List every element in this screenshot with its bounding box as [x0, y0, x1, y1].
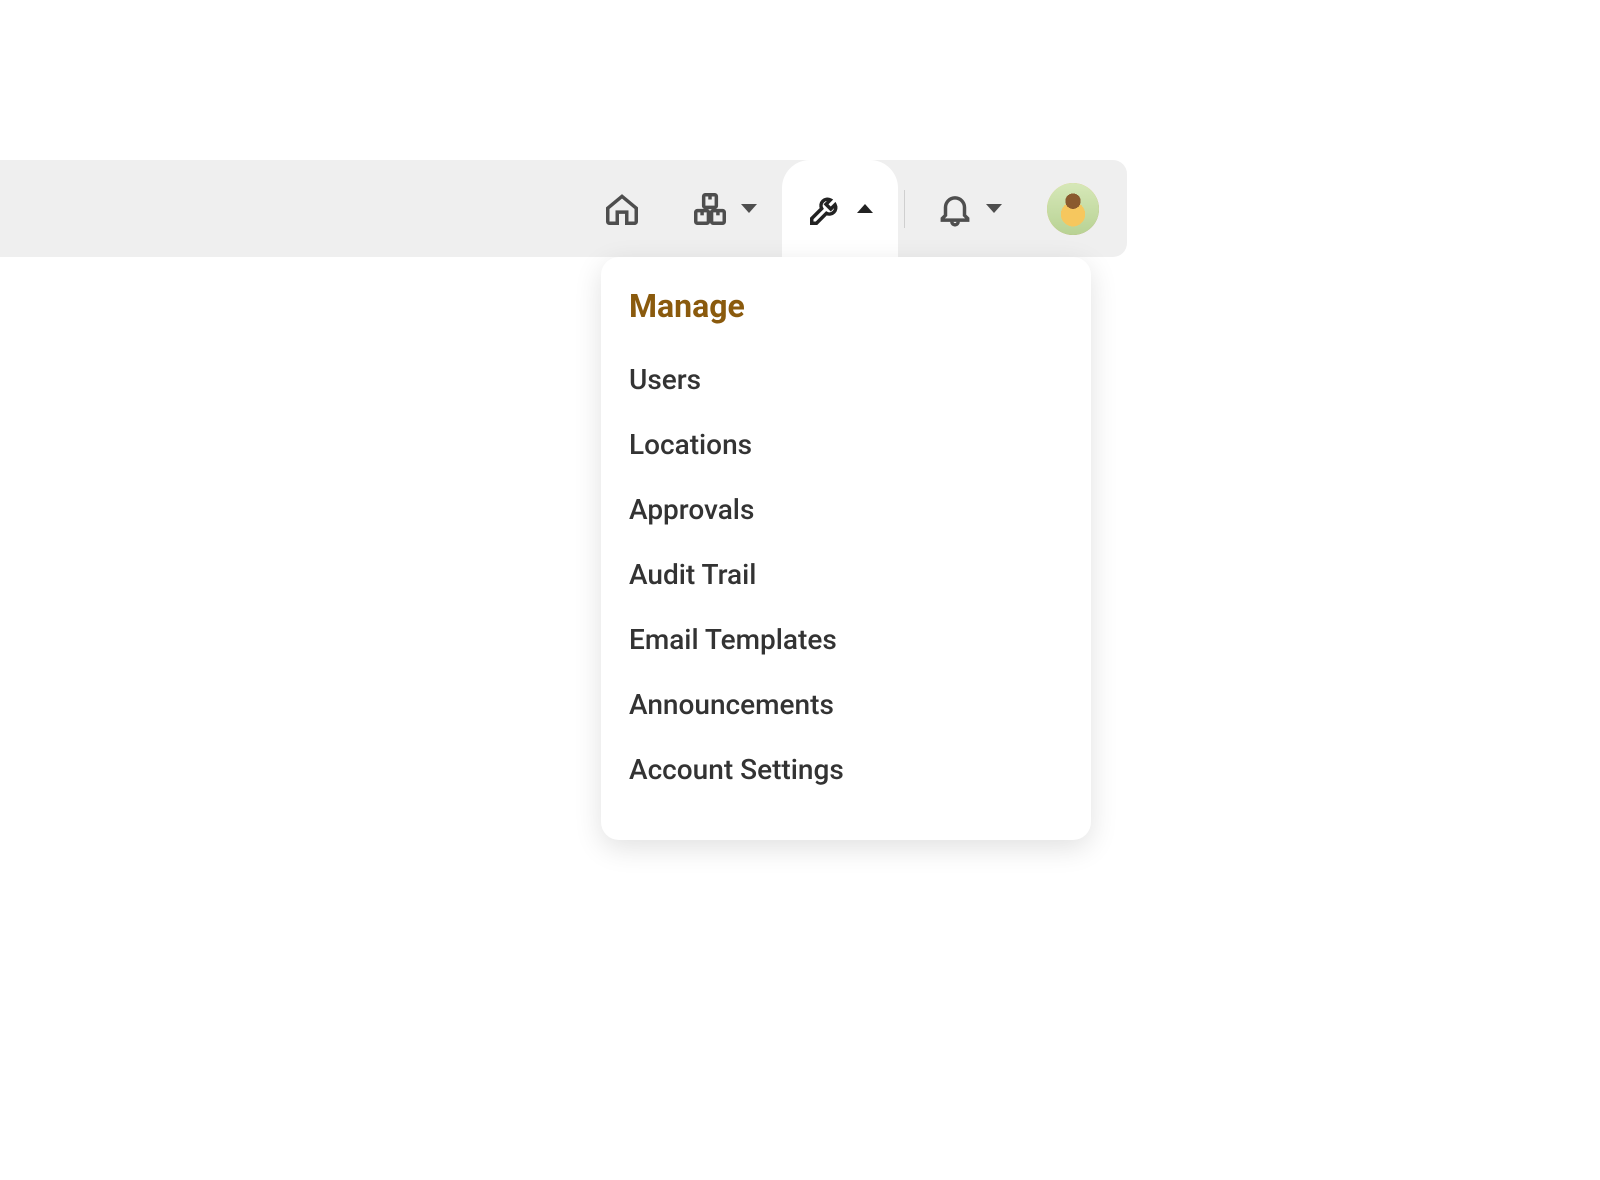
avatar[interactable] [1047, 183, 1099, 235]
dropdown-item-account-settings[interactable]: Account Settings [629, 737, 1063, 802]
dropdown-item-users[interactable]: Users [629, 347, 1063, 412]
dropdown-item-locations[interactable]: Locations [629, 412, 1063, 477]
nav-home[interactable] [578, 160, 666, 257]
dropdown-item-announcements[interactable]: Announcements [629, 672, 1063, 737]
dropdown-item-email-templates[interactable]: Email Templates [629, 607, 1063, 672]
chevron-down-icon [986, 204, 1002, 213]
home-icon [603, 190, 641, 228]
chevron-down-icon [741, 204, 757, 213]
dropdown-item-approvals[interactable]: Approvals [629, 477, 1063, 542]
nav-notifications[interactable] [911, 160, 1027, 257]
topbar-divider [904, 190, 905, 228]
wrench-icon [807, 190, 845, 228]
chevron-up-icon [857, 204, 873, 213]
avatar-image [1047, 183, 1099, 235]
dropdown-header: Manage [629, 287, 1063, 325]
boxes-icon [691, 190, 729, 228]
topbar [0, 160, 1127, 257]
bell-icon [936, 190, 974, 228]
manage-dropdown: Manage Users Locations Approvals Audit T… [601, 257, 1091, 840]
dropdown-item-audit-trail[interactable]: Audit Trail [629, 542, 1063, 607]
nav-manage[interactable] [782, 160, 898, 257]
nav-inventory[interactable] [666, 160, 782, 257]
